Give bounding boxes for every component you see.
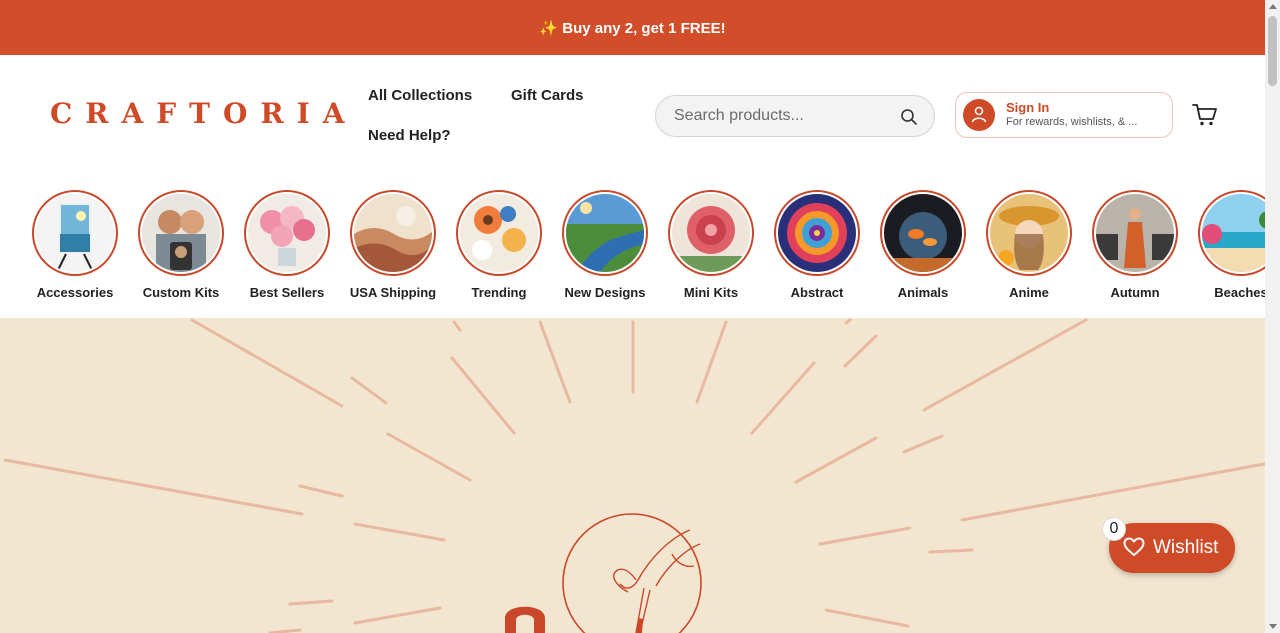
user-avatar-icon: [963, 99, 995, 131]
category-carousel: Accessories Custom Kits Best Sellers USA…: [0, 175, 1265, 318]
scrollbar-thumb[interactable]: [1268, 16, 1277, 86]
couple-photo-icon: [142, 194, 220, 272]
category-label: Anime: [1009, 285, 1049, 300]
category-autumn[interactable]: Autumn: [1082, 190, 1188, 300]
category-label: Accessories: [36, 285, 114, 300]
category-trending[interactable]: Trending: [446, 190, 552, 300]
red-peony-icon: [672, 194, 750, 272]
promo-text: ✨ Buy any 2, get 1 FREE!: [539, 19, 726, 37]
category-beaches[interactable]: Beaches: [1188, 190, 1265, 300]
category-mini-kits[interactable]: Mini Kits: [658, 190, 764, 300]
site-header: CRAFTORIA All Collections Gift Cards Nee…: [0, 55, 1265, 175]
sign-in-subtitle: For rewards, wishlists, & ...: [1006, 116, 1138, 128]
search-input[interactable]: [674, 96, 894, 136]
category-label: Autumn: [1110, 285, 1160, 300]
river-landscape-icon: [566, 194, 644, 272]
category-label: Custom Kits: [142, 285, 220, 300]
easel-painting-icon: [36, 194, 114, 272]
category-label: Trending: [471, 285, 527, 300]
search-icon[interactable]: [900, 108, 918, 126]
cart-icon[interactable]: [1192, 103, 1218, 127]
wishlist-count-badge: 0: [1102, 517, 1126, 541]
logo[interactable]: CRAFTORIA: [50, 97, 357, 130]
category-accessories[interactable]: Accessories: [22, 190, 128, 300]
category-label: USA Shipping: [349, 285, 437, 300]
sign-in-title: Sign In: [1006, 100, 1050, 115]
anime-girl-icon: [990, 194, 1068, 272]
rose-bouquet-icon: [248, 194, 326, 272]
hero-banner: [0, 318, 1265, 633]
sunburst-rays-decoration: [3, 318, 1265, 633]
wishlist-label: Wishlist: [1153, 537, 1219, 558]
scroll-up-arrow-icon[interactable]: [1269, 4, 1277, 9]
heart-icon: [1123, 537, 1145, 556]
category-anime[interactable]: Anime: [976, 190, 1082, 300]
category-best-sellers[interactable]: Best Sellers: [234, 190, 340, 300]
category-label: Animals: [897, 285, 949, 300]
category-label: Mini Kits: [683, 285, 739, 300]
nav-gift-cards[interactable]: Gift Cards: [511, 87, 584, 104]
category-label: New Designs: [564, 285, 646, 300]
category-usa-shipping[interactable]: USA Shipping: [340, 190, 446, 300]
hand-with-brush-illustration: [613, 529, 701, 633]
nav-need-help[interactable]: Need Help?: [368, 127, 451, 144]
fishbowl-icon: [884, 194, 962, 272]
search-bar: [655, 95, 935, 137]
promo-banner: ✨ Buy any 2, get 1 FREE!: [0, 0, 1265, 55]
category-label: Beaches: [1214, 285, 1265, 300]
mandala-icon: [778, 194, 856, 272]
abstract-landscape-icon: [354, 194, 432, 272]
category-label: Abstract: [790, 285, 844, 300]
autumn-woman-icon: [1096, 194, 1174, 272]
page-scrollbar[interactable]: [1265, 0, 1280, 633]
sign-in-button[interactable]: Sign In For rewards, wishlists, & ...: [955, 92, 1173, 138]
wishlist-button[interactable]: Wishlist: [1109, 523, 1235, 573]
category-animals[interactable]: Animals: [870, 190, 976, 300]
category-new-designs[interactable]: New Designs: [552, 190, 658, 300]
category-custom-kits[interactable]: Custom Kits: [128, 190, 234, 300]
category-abstract[interactable]: Abstract: [764, 190, 870, 300]
scroll-down-arrow-icon[interactable]: [1269, 624, 1277, 629]
category-label: Best Sellers: [249, 285, 325, 300]
nav-all-collections[interactable]: All Collections: [368, 87, 472, 104]
orange-flowers-icon: [460, 194, 538, 272]
tropical-beach-icon: [1202, 194, 1265, 272]
